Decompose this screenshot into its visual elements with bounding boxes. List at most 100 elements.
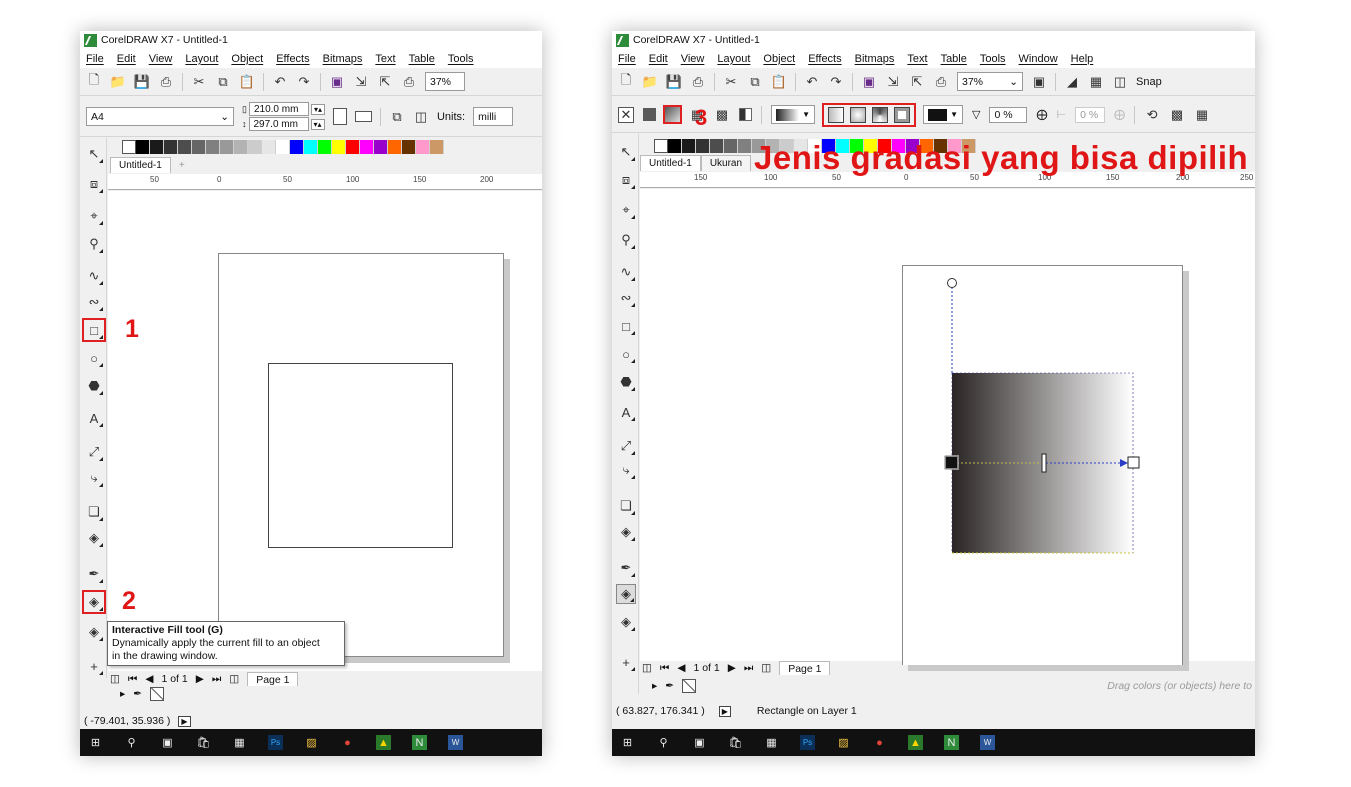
document-tab[interactable]: Untitled-1	[110, 157, 171, 173]
add-tool-icon[interactable]: +	[84, 656, 104, 676]
zoom-combo[interactable]: 37% ⌄	[957, 72, 1023, 91]
shape-tool-icon[interactable]: ⧈	[616, 170, 636, 190]
coreldraw-taskbar-icon[interactable]: N	[412, 735, 427, 750]
pick-tool-icon[interactable]: ↖	[616, 142, 636, 162]
gradient-object[interactable]	[640, 189, 1255, 661]
color-swatch[interactable]	[262, 140, 276, 154]
export-icon[interactable]: ⇱	[377, 74, 393, 90]
snap-label[interactable]: Snap	[1136, 76, 1162, 88]
store-icon[interactable]: 🛍	[196, 735, 211, 750]
menu-tools[interactable]: Tools	[448, 53, 474, 65]
rectangle-tool-icon[interactable]: □	[82, 318, 106, 342]
open-icon[interactable]: 📁	[110, 74, 126, 90]
color-swatch[interactable]	[164, 140, 178, 154]
transparency-tool-icon[interactable]: ◈	[616, 522, 636, 542]
add-tab-icon[interactable]: +	[179, 160, 185, 171]
node-transparency-spin-icon[interactable]: ⨁	[1036, 108, 1047, 121]
search-content-icon[interactable]: ▣	[329, 74, 345, 90]
task-view-icon[interactable]: ▣	[692, 735, 707, 750]
palette-arrow-icon[interactable]: ▸	[652, 680, 657, 692]
color-swatch[interactable]	[388, 140, 402, 154]
no-color-swatch[interactable]	[122, 140, 136, 154]
pick-tool-icon[interactable]: ↖	[84, 144, 104, 164]
task-view-icon[interactable]: ▣	[160, 735, 175, 750]
paste-icon[interactable]: 📋	[771, 74, 787, 90]
page-width-field[interactable]: 210.0 mm	[248, 102, 309, 116]
color-swatch[interactable]	[206, 140, 220, 154]
print-icon[interactable]: ⎙	[158, 74, 174, 90]
page-size-select[interactable]: A4 ⌄	[86, 107, 234, 126]
cut-icon[interactable]: ✂	[723, 74, 739, 90]
save-icon[interactable]: 💾	[134, 74, 150, 90]
units-select[interactable]: milli	[473, 107, 514, 126]
color-swatch[interactable]	[276, 140, 290, 154]
interactive-fill-tool-icon[interactable]: ◈	[82, 590, 106, 614]
eyedropper-icon[interactable]: ✒	[133, 688, 142, 700]
menu-effects[interactable]: Effects	[276, 53, 309, 65]
publish-pdf-icon[interactable]: ⎙	[401, 74, 417, 90]
node-position-spin-icon[interactable]: ⨁	[1114, 108, 1125, 121]
color-swatch[interactable]	[178, 140, 192, 154]
text-tool-icon[interactable]: A	[616, 402, 636, 422]
eyedropper-tool-icon[interactable]: ✒	[616, 558, 636, 578]
color-swatch[interactable]	[374, 140, 388, 154]
angle-handle[interactable]	[947, 278, 957, 288]
no-fill-swatch[interactable]	[150, 687, 165, 701]
menu-bitmaps[interactable]: Bitmaps	[323, 53, 363, 65]
menu-help[interactable]: Help	[1071, 53, 1094, 65]
no-fill-swatch[interactable]	[682, 679, 697, 693]
palette-arrow-icon[interactable]: ▸	[120, 688, 125, 700]
color-swatch[interactable]	[332, 140, 346, 154]
shape-tool-icon[interactable]: ⧈	[84, 174, 104, 194]
add-page-after-icon[interactable]: ◫	[229, 673, 239, 685]
windows-start-icon[interactable]: ⊞	[88, 735, 103, 750]
app-icon[interactable]: ▲	[376, 735, 391, 750]
color-swatch[interactable]	[248, 140, 262, 154]
no-fill-icon[interactable]: ✕	[618, 106, 634, 123]
menu-bitmaps[interactable]: Bitmaps	[855, 53, 895, 65]
import-icon[interactable]: ⇲	[885, 74, 901, 90]
print-icon[interactable]: ⎙	[690, 74, 706, 90]
app-icon[interactable]: ▲	[908, 735, 923, 750]
drop-shadow-tool-icon[interactable]: ❏	[616, 496, 636, 516]
color-swatch[interactable]	[220, 140, 234, 154]
fountain-fill-icon[interactable]	[663, 105, 682, 124]
connector-tool-icon[interactable]: ⤷	[616, 460, 636, 480]
rectangle-shape[interactable]	[268, 363, 453, 548]
polygon-tool-icon[interactable]: ⬣	[616, 372, 636, 392]
ellipse-tool-icon[interactable]: ○	[616, 344, 636, 364]
current-page-icon[interactable]: ◫	[413, 109, 429, 125]
copy-icon[interactable]: ⧉	[747, 74, 763, 90]
redo-icon[interactable]: ↷	[296, 74, 312, 90]
freehand-tool-icon[interactable]: ∿	[84, 266, 104, 286]
last-page-icon[interactable]: ⏭	[744, 662, 753, 675]
color-swatch[interactable]	[724, 139, 738, 153]
color-swatch[interactable]	[682, 139, 696, 153]
color-swatch[interactable]	[150, 140, 164, 154]
rulers-icon[interactable]: ◢	[1064, 74, 1080, 90]
artistic-media-icon[interactable]: ∾	[616, 288, 636, 308]
undo-icon[interactable]: ↶	[804, 74, 820, 90]
color-swatch[interactable]	[710, 139, 724, 153]
linear-fountain-icon[interactable]	[828, 106, 844, 123]
color-swatch[interactable]	[738, 139, 752, 153]
interactive-fill-tool-icon[interactable]: ◈	[616, 584, 636, 604]
menu-effects[interactable]: Effects	[808, 53, 841, 65]
smart-fill-tool-icon[interactable]: ◈	[84, 622, 104, 642]
photoshop-icon[interactable]: Ps	[800, 735, 815, 750]
crop-tool-icon[interactable]: ⌖	[84, 206, 104, 226]
color-swatch[interactable]	[430, 140, 444, 154]
zoom-combo[interactable]: 37%	[425, 72, 465, 91]
page-height-field[interactable]: 297.0 mm	[248, 117, 309, 131]
menu-edit[interactable]: Edit	[649, 53, 668, 65]
menu-layout[interactable]: Layout	[185, 53, 218, 65]
conical-fountain-icon[interactable]	[872, 106, 888, 123]
paste-icon[interactable]: 📋	[239, 74, 255, 90]
color-swatch[interactable]	[696, 139, 710, 153]
portrait-icon[interactable]	[332, 108, 347, 125]
file-explorer-icon[interactable]: ▨	[836, 735, 851, 750]
add-page-after-icon[interactable]: ◫	[761, 662, 771, 674]
drawing-canvas[interactable]	[640, 189, 1255, 665]
eyedropper-tool-icon[interactable]: ✒	[84, 564, 104, 584]
status-arrow-icon[interactable]: ▶	[718, 705, 731, 717]
